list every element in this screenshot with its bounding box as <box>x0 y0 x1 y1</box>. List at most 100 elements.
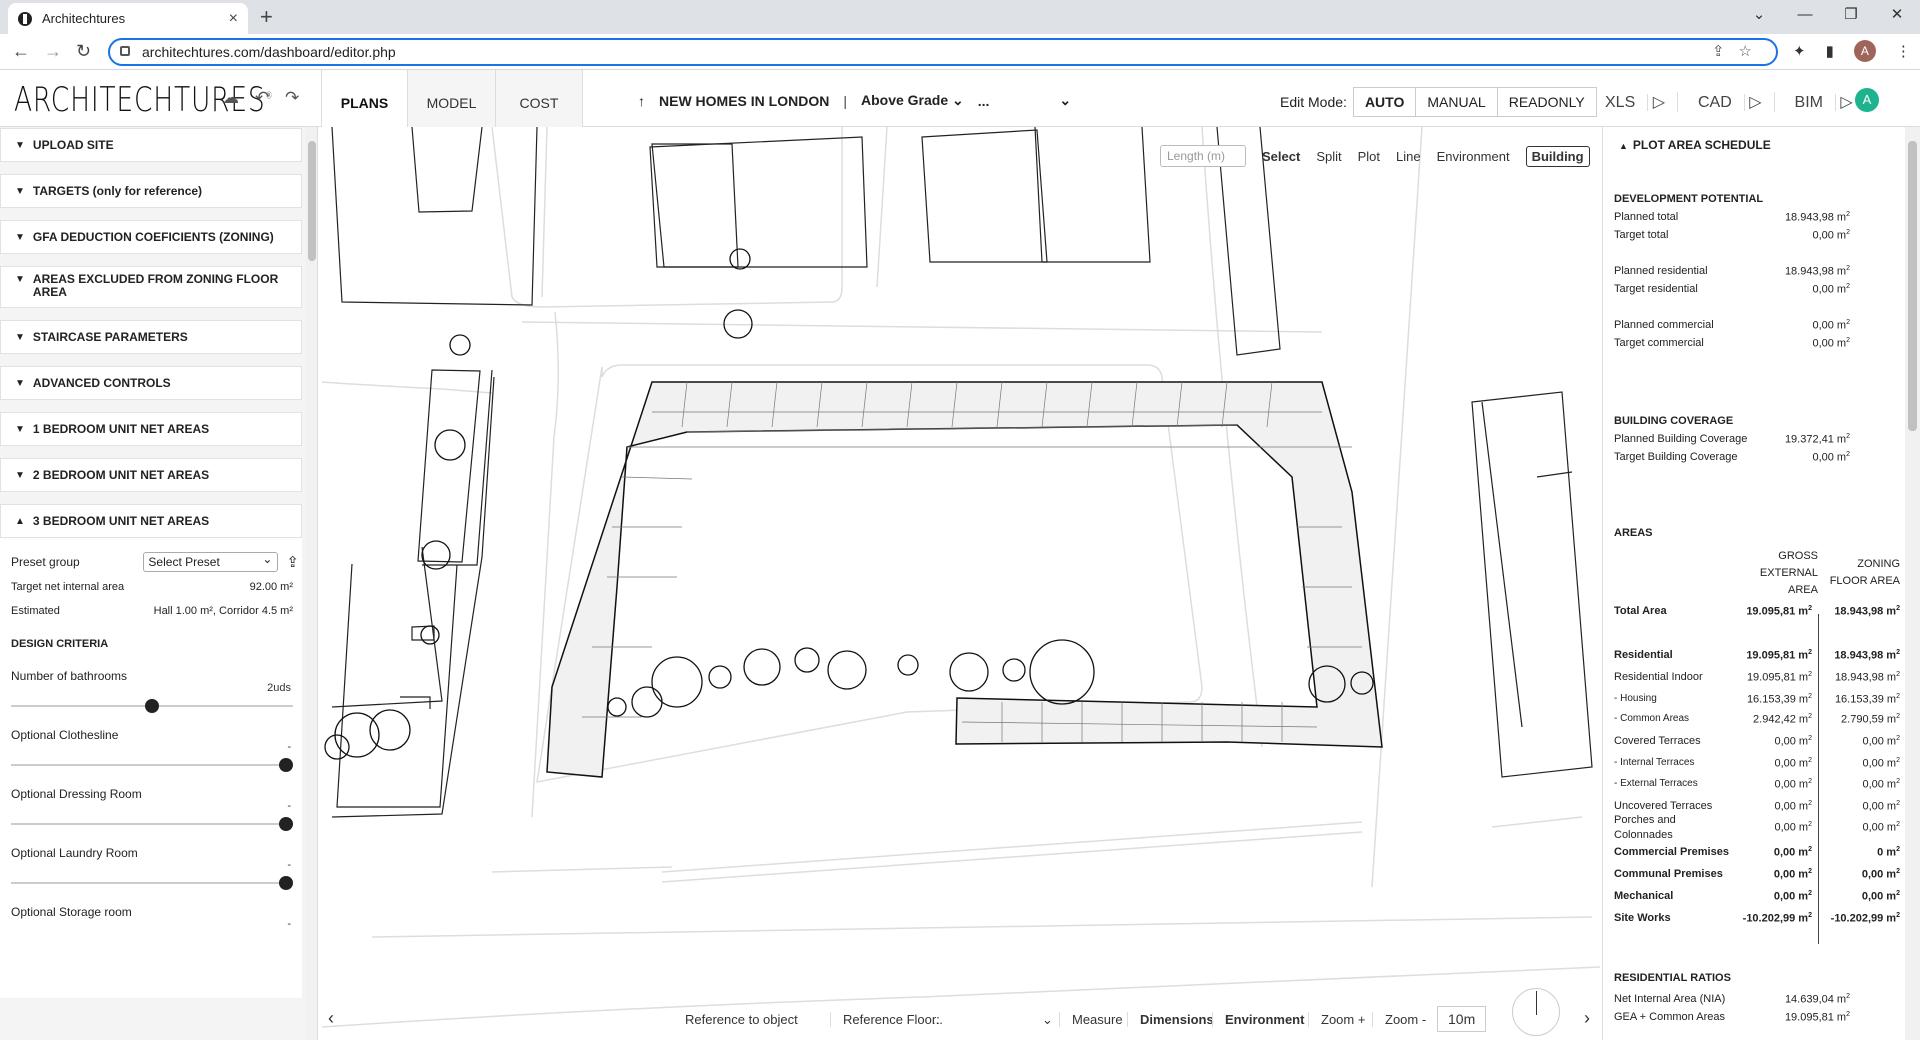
area-row-gross: 0,00 m2 <box>1773 868 1812 881</box>
bathrooms-value: 2uds <box>267 682 291 694</box>
dressing-room-slider[interactable] <box>11 817 293 831</box>
area-row-gross: 0,00 m2 <box>1773 890 1812 903</box>
upload-preset-icon[interactable]: ⇪ <box>286 553 299 571</box>
dev-row: Planned total 18.943,98 m2 <box>1614 211 1850 224</box>
mode-line[interactable]: Line <box>1396 149 1421 164</box>
dev-row-value: 18.943,98 m2 <box>1784 211 1850 224</box>
area-row-gross: 0,00 m2 <box>1774 735 1812 748</box>
mode-split[interactable]: Split <box>1316 149 1341 164</box>
back-icon[interactable]: ← <box>12 41 30 62</box>
level-selector[interactable]: Above Grade ⌄ <box>861 92 964 109</box>
chevron-down-icon: ▼ <box>15 377 25 389</box>
area-row-zoning: 0,00 m2 <box>1862 778 1900 791</box>
minimize-icon[interactable]: — <box>1782 0 1828 30</box>
reload-icon[interactable]: ↻ <box>76 41 91 62</box>
edit-mode-auto[interactable]: AUTO <box>1354 88 1415 116</box>
area-row-label: Mechanical <box>1614 890 1674 902</box>
slider-handle[interactable] <box>279 817 293 831</box>
address-bar[interactable]: architechtures.com/dashboard/editor.php … <box>108 38 1778 66</box>
dimensions-button[interactable]: Dimensions <box>1127 1012 1214 1027</box>
area-row-gross: 0,00 m2 <box>1773 846 1812 859</box>
browser-toolbar: ← → ↻ architechtures.com/dashboard/edito… <box>0 34 1920 70</box>
section-1-bedroom[interactable]: ▼ 1 BEDROOM UNIT NET AREAS <box>0 412 302 446</box>
export-cad-button[interactable]: CAD ▷ <box>1698 92 1775 112</box>
project-dropdown-icon[interactable]: ⌄ <box>1059 92 1071 109</box>
coverage-row-label: Planned Building Coverage <box>1614 433 1748 445</box>
length-input[interactable]: Length (m) <box>1160 145 1246 167</box>
chevron-right-icon[interactable]: › <box>1584 1008 1590 1029</box>
tab-model[interactable]: MODEL <box>407 70 495 127</box>
new-tab-icon[interactable]: + <box>260 4 273 30</box>
zoom-out-button[interactable]: Zoom - <box>1372 1012 1426 1027</box>
section-targets[interactable]: ▼ TARGETS (only for reference) <box>0 174 302 208</box>
coverage-row: Target Building Coverage 0,00 m2 <box>1614 451 1850 464</box>
undo-icon[interactable]: ↶ <box>255 88 269 108</box>
section-advanced-controls[interactable]: ▼ ADVANCED CONTROLS <box>0 366 302 400</box>
area-row-zoning: 18.943,98 m2 <box>1834 671 1900 684</box>
scrollbar-thumb[interactable] <box>308 141 316 261</box>
upload-cloud-icon[interactable]: ☁ <box>222 88 239 108</box>
edit-mode-readonly[interactable]: READONLY <box>1496 88 1596 116</box>
reference-to-object-button[interactable]: Reference to object <box>685 1012 798 1027</box>
close-tab-icon[interactable]: × <box>229 10 238 28</box>
slider-handle[interactable] <box>279 876 293 890</box>
redo-icon[interactable]: ↷ <box>285 88 299 108</box>
project-title[interactable]: NEW HOMES IN LONDON <box>659 93 829 109</box>
environment-button[interactable]: Environment <box>1212 1012 1304 1027</box>
scrollbar-thumb[interactable] <box>1908 141 1917 431</box>
reference-floor-dropdown-icon[interactable]: ⌄ <box>1042 1012 1053 1028</box>
mode-select[interactable]: Select <box>1262 149 1300 164</box>
user-avatar[interactable]: A <box>1855 88 1879 112</box>
edit-mode-switch: Edit Mode: AUTO MANUAL READONLY <box>1280 87 1597 117</box>
side-panel-icon[interactable]: ▮ <box>1826 42 1834 60</box>
level-more[interactable]: ... <box>978 93 990 109</box>
browser-menu-icon[interactable]: ⋮ <box>1896 42 1911 60</box>
extensions-icon[interactable]: ✦ <box>1793 42 1806 60</box>
mode-plot[interactable]: Plot <box>1358 149 1380 164</box>
option-label: Optional Dressing Room <box>11 787 142 801</box>
browser-tab[interactable]: Architechtures × <box>8 3 248 34</box>
section-staircase[interactable]: ▼ STAIRCASE PARAMETERS <box>0 320 302 354</box>
area-row-zoning: 2.790,59 m2 <box>1841 713 1900 726</box>
chevron-left-icon[interactable]: ‹ <box>328 1008 334 1029</box>
compass-icon[interactable] <box>1512 988 1560 1036</box>
tab-search-icon[interactable]: ⌄ <box>1736 0 1782 30</box>
section-2-bedroom[interactable]: ▼ 2 BEDROOM UNIT NET AREAS <box>0 458 302 492</box>
section-gfa-deduction[interactable]: ▼ GFA DEDUCTION COEFICIENTS (ZONING) <box>0 220 302 254</box>
coverage-row-value: 19.372,41 m2 <box>1784 433 1850 446</box>
clothesline-slider[interactable] <box>11 758 293 772</box>
mode-environment[interactable]: Environment <box>1437 149 1510 164</box>
profile-avatar[interactable]: A <box>1853 40 1876 62</box>
area-row-gross: 0,00 m2 <box>1774 757 1812 770</box>
share-icon[interactable]: ⇪ <box>1712 43 1739 60</box>
laundry-room-slider[interactable] <box>11 876 293 890</box>
close-window-icon[interactable]: ✕ <box>1874 0 1920 30</box>
restore-icon[interactable]: ❐ <box>1828 0 1874 30</box>
site-plan-drawing[interactable] <box>322 127 1600 1040</box>
forward-icon[interactable]: → <box>44 41 62 62</box>
preset-select[interactable]: Select Preset <box>143 550 279 572</box>
area-row-label: Residential <box>1614 649 1673 661</box>
mode-building[interactable]: Building <box>1525 145 1590 167</box>
slider-handle[interactable] <box>145 699 159 713</box>
section-upload-site[interactable]: ▼ UPLOAD SITE <box>0 128 302 162</box>
panel-scrollbar[interactable] <box>1905 127 1920 1040</box>
reference-floor-value[interactable]: ... <box>932 1012 943 1027</box>
section-areas-excluded[interactable]: ▼ AREAS EXCLUDED FROM ZONING FLOOR AREA <box>0 266 302 308</box>
panel-title[interactable]: ▲ PLOT AREA SCHEDULE <box>1619 138 1771 152</box>
edit-mode-label: Edit Mode: <box>1280 94 1347 110</box>
sidebar-scrollbar[interactable] <box>306 127 317 1040</box>
zoom-in-button[interactable]: Zoom + <box>1308 1012 1365 1027</box>
bookmark-star-icon[interactable]: ☆ <box>1739 43 1766 60</box>
section-3-bedroom[interactable]: ▲ 3 BEDROOM UNIT NET AREAS <box>0 504 302 538</box>
app-header: ARCHITECHTURES® ☁ ↶ ↷ PLANS MODEL COST ↑… <box>0 70 1920 127</box>
slider-handle[interactable] <box>279 758 293 772</box>
export-xls-button[interactable]: XLS ▷ <box>1605 92 1678 112</box>
edit-mode-manual[interactable]: MANUAL <box>1415 88 1496 116</box>
tab-cost[interactable]: COST <box>495 70 583 127</box>
measure-button[interactable]: Measure <box>1059 1012 1123 1027</box>
plan-canvas[interactable]: Length (m) Select Split Plot Line Enviro… <box>322 127 1600 1040</box>
tab-plans[interactable]: PLANS <box>321 70 407 127</box>
area-row-gross: -10.202,99 m2 <box>1742 912 1812 925</box>
bathrooms-slider[interactable] <box>11 699 293 713</box>
